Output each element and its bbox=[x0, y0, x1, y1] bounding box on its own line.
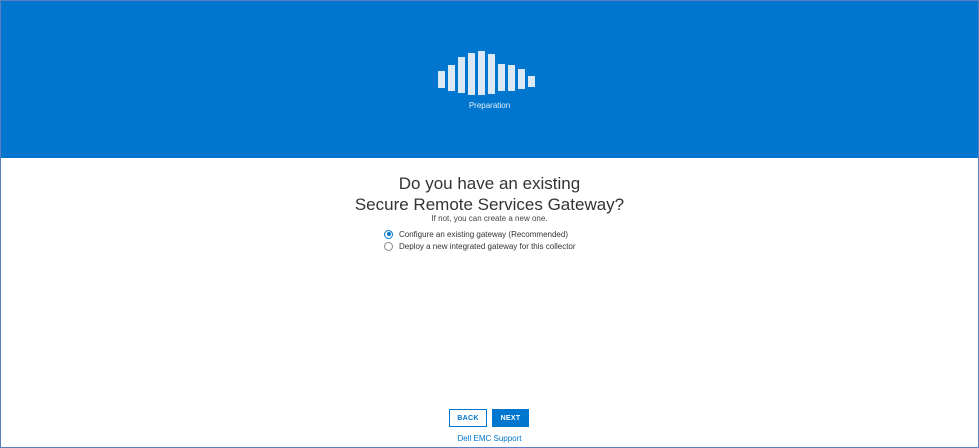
gateway-options: Configure an existing gateway (Recommend… bbox=[384, 228, 576, 252]
progress-bars-icon bbox=[438, 51, 542, 95]
main-content: Do you have an existing Secure Remote Se… bbox=[1, 158, 978, 447]
option-label: Configure an existing gateway (Recommend… bbox=[399, 229, 568, 239]
logo-bar bbox=[508, 65, 515, 91]
logo-bar bbox=[468, 53, 475, 95]
option-deploy-new[interactable]: Deploy a new integrated gateway for this… bbox=[384, 240, 576, 252]
radio-configure-existing[interactable] bbox=[384, 229, 393, 239]
logo-bar bbox=[458, 57, 465, 93]
title-line-2: Secure Remote Services Gateway? bbox=[354, 195, 625, 214]
logo-bar bbox=[448, 65, 455, 91]
radio-deploy-new[interactable] bbox=[384, 241, 393, 251]
logo-bar bbox=[478, 51, 485, 95]
option-configure-existing[interactable]: Configure an existing gateway (Recommend… bbox=[384, 228, 576, 240]
wizard-window: Preparation Do you have an existing Secu… bbox=[0, 0, 979, 448]
logo-bar bbox=[518, 69, 525, 89]
title-line-1: Do you have an existing bbox=[398, 174, 581, 193]
progress-banner: Preparation bbox=[1, 1, 978, 158]
next-button[interactable]: NEXT bbox=[492, 409, 529, 427]
page-title: Do you have an existing Secure Remote Se… bbox=[1, 173, 978, 215]
logo-bar bbox=[528, 76, 535, 87]
support-link[interactable]: Dell EMC Support bbox=[1, 434, 978, 443]
logo-bar bbox=[488, 54, 495, 94]
logo-bar bbox=[438, 71, 445, 88]
logo-bar bbox=[498, 64, 505, 91]
back-button[interactable]: BACK bbox=[449, 409, 487, 427]
step-label: Preparation bbox=[468, 101, 511, 110]
page-subtitle: If not, you can create a new one. bbox=[431, 214, 548, 223]
option-label: Deploy a new integrated gateway for this… bbox=[399, 241, 576, 251]
